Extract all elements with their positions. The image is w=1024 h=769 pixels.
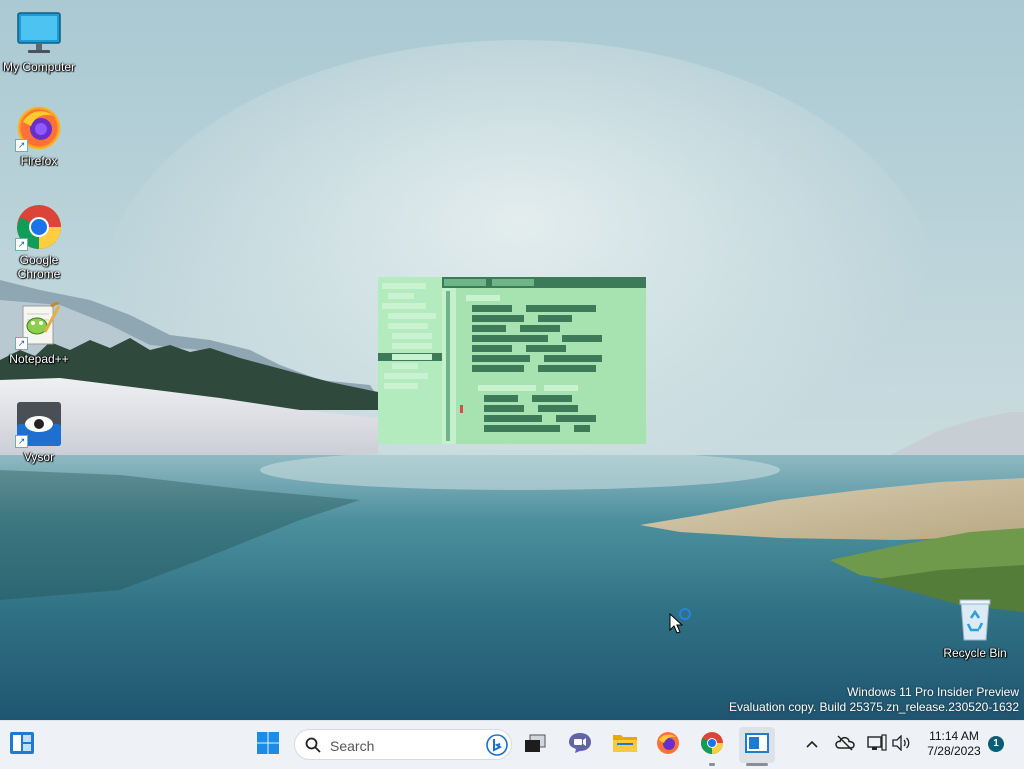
firefox-icon — [656, 731, 680, 760]
chrome-icon: ↗ — [15, 203, 63, 251]
start-button[interactable] — [250, 727, 286, 763]
bing-icon[interactable] — [486, 734, 508, 761]
recycle-bin-icon — [951, 596, 999, 644]
desktop-icon-vysor[interactable]: ↗ Vysor — [0, 400, 78, 464]
widgets-button[interactable] — [4, 727, 40, 763]
show-hidden-icons-button[interactable] — [799, 727, 825, 763]
clock-date: 7/28/2023 — [927, 744, 981, 758]
teams-chat-icon — [568, 732, 592, 759]
desktop-icon-label: Firefox — [20, 154, 58, 168]
app-loading-window[interactable] — [378, 277, 646, 444]
code-editor-skeleton — [378, 277, 646, 444]
task-view-button[interactable] — [517, 727, 553, 763]
file-explorer-button[interactable] — [607, 727, 643, 763]
notepadpp-icon: ↗ — [15, 300, 63, 350]
desktop-icon-label: My Computer — [2, 60, 76, 74]
chrome-icon — [700, 731, 724, 760]
active-app-button[interactable] — [739, 727, 775, 763]
shortcut-arrow-icon: ↗ — [15, 435, 28, 448]
taskbar-search-box[interactable]: Search — [294, 729, 512, 760]
shortcut-arrow-icon: ↗ — [15, 139, 28, 152]
file-explorer-icon — [612, 732, 638, 759]
taskbar-firefox-button[interactable] — [650, 727, 686, 763]
windows-evaluation-watermark: Windows 11 Pro Insider Preview Evaluatio… — [729, 685, 1019, 715]
onedrive-offline-icon — [835, 734, 855, 756]
start-icon — [256, 731, 280, 760]
widgets-icon — [9, 731, 35, 760]
desktop-icon-notepadpp[interactable]: ↗ Notepad++ — [0, 300, 78, 366]
firefox-icon: ↗ — [15, 104, 63, 152]
volume-icon — [891, 733, 911, 756]
vysor-icon: ↗ — [15, 400, 63, 448]
desktop-icon-recycle-bin[interactable]: Recycle Bin — [936, 596, 1014, 660]
teams-chat-button[interactable] — [562, 727, 598, 763]
watermark-edition: Windows 11 Pro Insider Preview — [847, 685, 1019, 699]
desktop-icon-my-computer[interactable]: My Computer — [0, 10, 78, 74]
shortcut-arrow-icon: ↗ — [15, 337, 28, 350]
onedrive-button[interactable] — [832, 727, 858, 763]
taskbar: Search 11:14 AM 7/28/2023 — [0, 720, 1024, 769]
desktop-icon-firefox[interactable]: ↗ Firefox — [0, 104, 78, 168]
network-button[interactable] — [864, 727, 890, 763]
desktop-icon-label: Recycle Bin — [943, 646, 1007, 660]
clock[interactable]: 11:14 AM 7/28/2023 — [922, 729, 986, 759]
computer-icon — [15, 10, 63, 58]
task-view-icon — [524, 733, 546, 758]
running-indicator — [709, 763, 715, 766]
search-icon — [305, 737, 321, 758]
clock-time: 11:14 AM — [929, 729, 979, 743]
active-indicator — [746, 763, 768, 766]
notification-badge[interactable]: 1 — [988, 736, 1004, 752]
desktop-icon-label: Google Chrome — [17, 253, 61, 281]
desktop-icon-label: Vysor — [23, 450, 55, 464]
search-placeholder: Search — [330, 738, 375, 754]
chevron-up-icon — [805, 736, 819, 754]
network-icon — [867, 733, 887, 757]
active-app-icon — [745, 732, 769, 758]
mouse-cursor-busy-icon — [669, 606, 693, 634]
desktop-icon-google-chrome[interactable]: ↗ Google Chrome — [0, 203, 78, 281]
volume-button[interactable] — [888, 727, 914, 763]
shortcut-arrow-icon: ↗ — [15, 238, 28, 251]
watermark-build: Evaluation copy. Build 25375.zn_release.… — [729, 700, 1019, 714]
taskbar-chrome-button[interactable] — [694, 727, 730, 766]
desktop-icon-label: Notepad++ — [9, 352, 69, 366]
